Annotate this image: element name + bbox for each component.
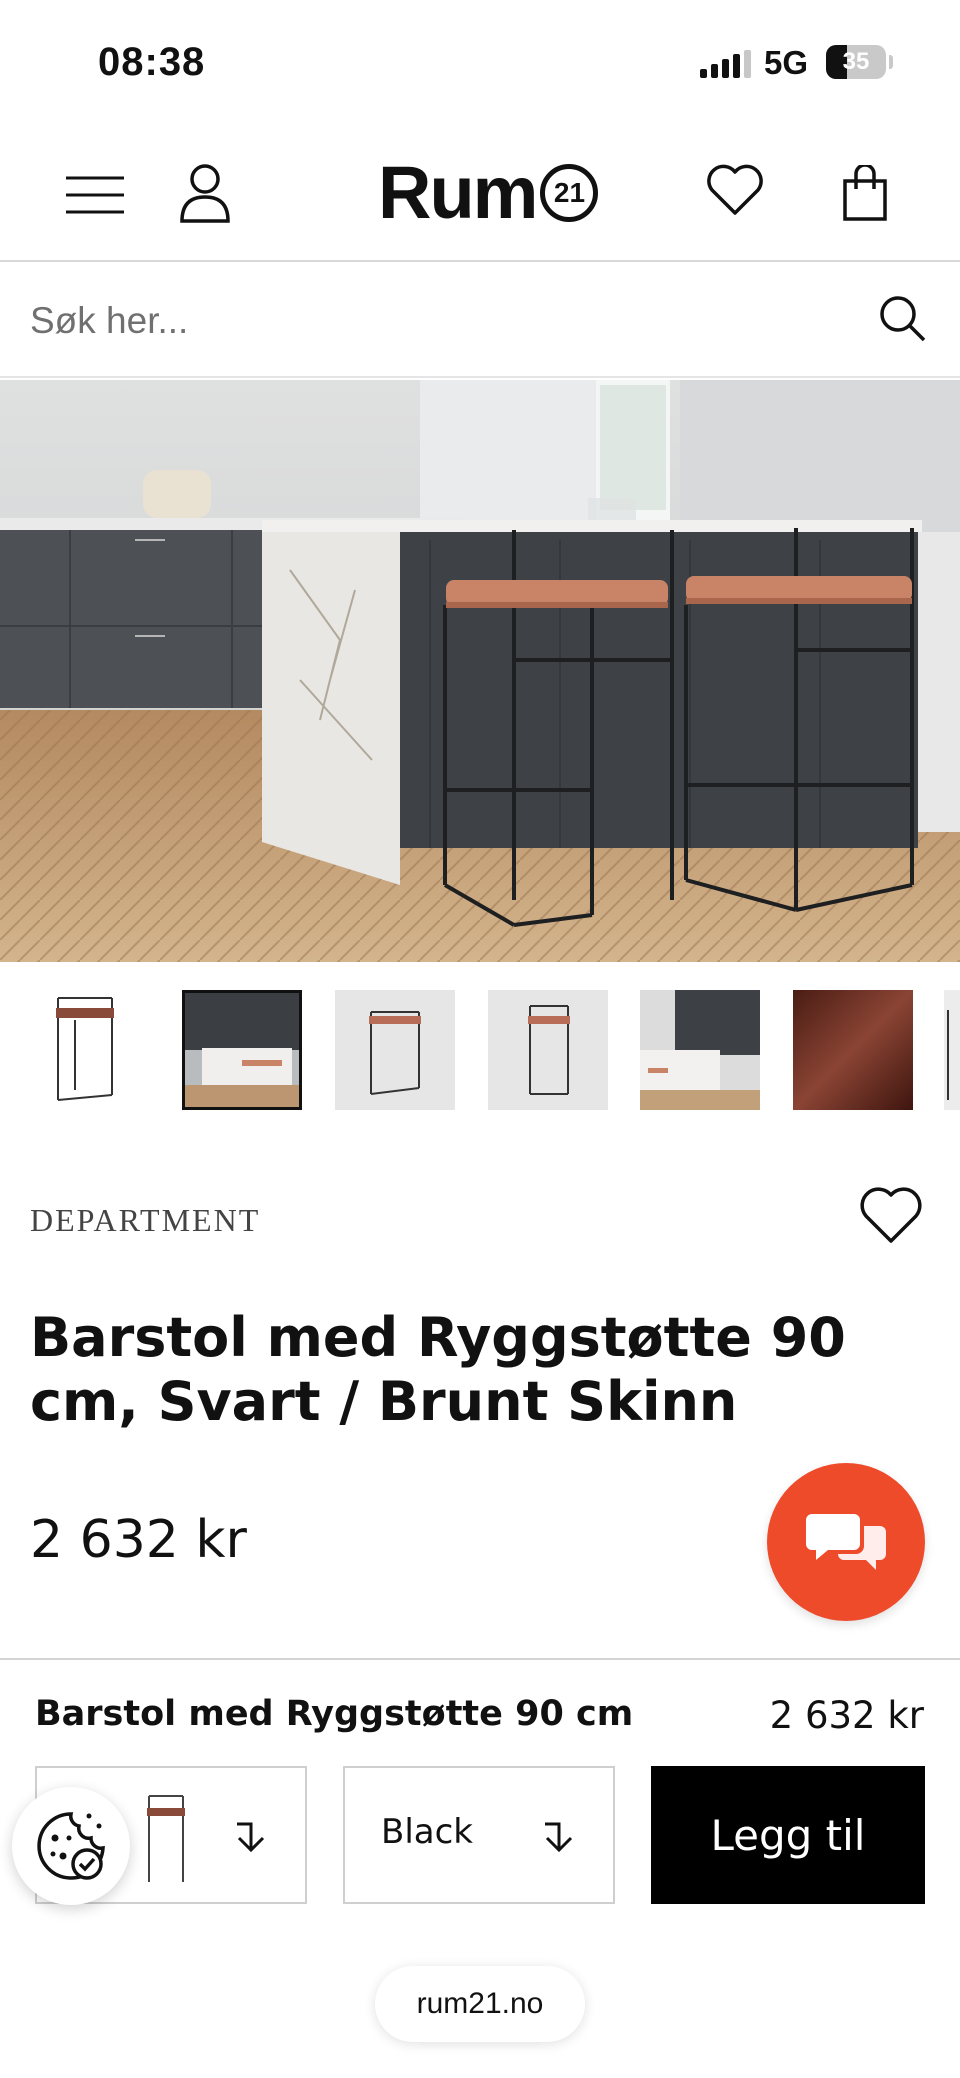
menu-icon[interactable] — [60, 160, 130, 230]
search-bar — [0, 264, 960, 378]
thumbnail-more[interactable] — [944, 990, 960, 1110]
chat-button[interactable] — [767, 1463, 925, 1621]
chevron-down-icon — [539, 1818, 579, 1858]
product-description-peek — [30, 1640, 930, 1654]
thumbnail-chair-angle[interactable] — [335, 990, 455, 1110]
chat-icon — [806, 1514, 886, 1570]
product-title: Barstol med Ryggstøtte 90 cm, Svart / Br… — [30, 1306, 846, 1433]
logo-badge: 21 — [540, 163, 599, 222]
thumbnail-leather-swatch[interactable] — [793, 990, 913, 1110]
account-icon[interactable] — [170, 155, 240, 230]
battery-tip — [889, 55, 893, 69]
thumbnail-strip — [0, 990, 960, 1110]
add-to-cart-button[interactable]: Legg til — [651, 1766, 925, 1904]
product-brand[interactable]: DEPARTMENT — [30, 1202, 260, 1239]
status-bar: 08:38 5G 35 — [0, 0, 960, 120]
favorite-heart-icon[interactable] — [858, 1184, 924, 1246]
logo-text: Rum — [378, 151, 538, 234]
search-icon[interactable] — [878, 294, 934, 350]
color-select-value: Black — [381, 1812, 473, 1852]
site-header: Rum 21 — [0, 120, 960, 262]
site-logo[interactable]: Rum 21 — [378, 150, 599, 235]
battery-level: 35 — [842, 48, 870, 75]
search-input[interactable] — [30, 289, 850, 353]
thumbnail-chair-front[interactable] — [30, 990, 150, 1110]
browser-url-pill[interactable]: rum21.no — [375, 1966, 585, 2042]
chevron-down-icon — [231, 1818, 271, 1858]
cookie-settings-button[interactable] — [12, 1787, 130, 1905]
network-label: 5G — [764, 44, 809, 81]
sticky-product-name: Barstol med Ryggstøtte 90 cm — [35, 1694, 634, 1734]
cookie-icon — [37, 1812, 105, 1880]
wishlist-icon[interactable] — [700, 155, 770, 225]
sticky-product-price: 2 632 kr — [769, 1694, 924, 1737]
signal-icon — [700, 50, 751, 78]
product-price: 2 632 kr — [30, 1510, 247, 1570]
color-select[interactable]: Black — [343, 1766, 615, 1904]
thumbnail-chair-side[interactable] — [488, 990, 608, 1110]
thumbnail-kitchen-scene[interactable] — [182, 990, 302, 1110]
battery-icon: 35 — [826, 45, 886, 79]
thumbnail-kitchen-wide[interactable] — [640, 990, 760, 1110]
cart-icon[interactable] — [830, 155, 900, 230]
clock: 08:38 — [98, 40, 206, 84]
product-hero-image[interactable] — [0, 380, 960, 962]
